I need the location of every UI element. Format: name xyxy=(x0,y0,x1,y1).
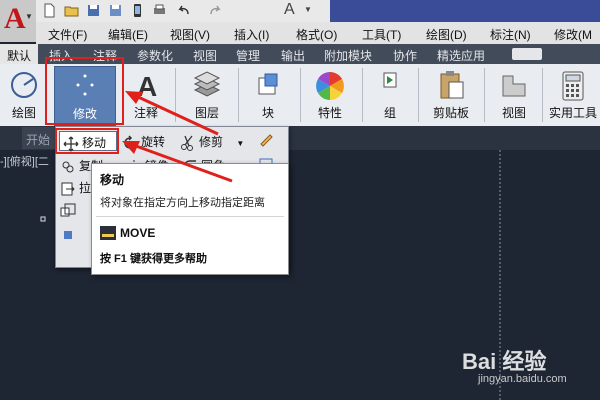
baidu-watermark: Bai 经验 xyxy=(462,349,547,374)
watermark-url: jingyan.baidu.com xyxy=(478,373,567,385)
annotation-arrows xyxy=(122,91,233,183)
